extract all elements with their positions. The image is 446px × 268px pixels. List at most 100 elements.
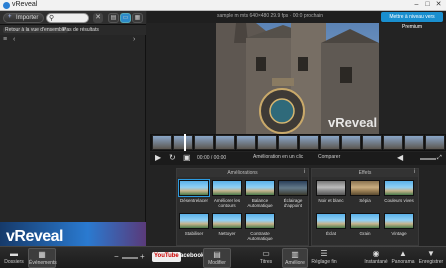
results-label: Pas de résultats xyxy=(63,27,99,33)
thumbnail xyxy=(316,180,346,196)
fullscreen-icon[interactable]: ⤢ xyxy=(437,155,442,162)
header-strip: sample m mts 640×480 29.9 fps · 00:0 pro… xyxy=(147,11,446,30)
save-icon: ▼ xyxy=(427,249,435,258)
thumbnail xyxy=(278,180,308,196)
upgrade-button[interactable]: Mettre à niveau vers Premium xyxy=(381,12,443,30)
time-display: 00:00 / 00:00 xyxy=(197,155,227,161)
modify-label: Modifier xyxy=(208,260,226,266)
sliders-icon: ☰ xyxy=(320,249,328,258)
zoom-out-icon[interactable]: − xyxy=(114,252,119,268)
filmstrip-frame xyxy=(320,135,340,150)
tile-label: Éclairage d'appoint xyxy=(283,198,303,208)
bottom-toolbar: ▬ Dossiers ▦ Événements − + YouTube facebo… xyxy=(0,246,446,268)
sort-icon[interactable]: ≡ xyxy=(3,36,7,43)
filmstrip-frame xyxy=(173,135,193,150)
import-label: Importer xyxy=(16,15,39,21)
titles-tab[interactable]: ▭ Titres xyxy=(254,248,278,268)
view-folder-button[interactable]: ▭ xyxy=(120,13,131,23)
nav-row: Retour à la vue d'ensemble Pas de résult… xyxy=(0,25,146,35)
filmstrip-frame xyxy=(236,135,256,150)
titles-icon: ▭ xyxy=(262,249,270,258)
tile-label: Grain xyxy=(359,231,371,236)
enhance-tab[interactable]: ▥ Améliore xyxy=(282,248,308,268)
tile-label: Contraste Automatique xyxy=(247,231,273,241)
loop-icon[interactable]: ↻ xyxy=(169,153,176,162)
close-button[interactable]: ✕ xyxy=(434,1,443,9)
sort-row: ≡ ‹ › xyxy=(0,36,146,46)
enhance-icon: ▥ xyxy=(291,250,299,259)
events-tab[interactable]: ▦ Événements xyxy=(28,248,57,268)
folders-label: Dossiers xyxy=(4,259,24,265)
fine-tune-tab[interactable]: ☰ Réglage fin xyxy=(311,248,337,268)
effects-panel: Effets i Noir et blanc Sépia Couleurs vi… xyxy=(311,168,419,246)
info-icon[interactable]: i xyxy=(304,169,305,175)
snapshot-button[interactable]: ◉ Instantané xyxy=(364,248,388,268)
zoom-in-icon[interactable]: + xyxy=(140,252,145,268)
playhead[interactable] xyxy=(184,134,186,151)
back-to-overview-link[interactable]: Retour à la vue d'ensemble xyxy=(3,27,68,33)
filmstrip-frame xyxy=(341,135,361,150)
import-button[interactable]: + Importer xyxy=(3,13,44,23)
panorama-icon: ▲ xyxy=(399,249,407,258)
search-input[interactable]: ⚲ xyxy=(46,13,89,23)
tile-fill-light[interactable]: Éclairage d'appoint xyxy=(278,180,308,219)
enhance-label: Améliore xyxy=(285,260,305,266)
view-list-button[interactable]: ▤ xyxy=(108,13,119,23)
thumbnail xyxy=(316,213,346,229)
timeline-filmstrip[interactable] xyxy=(150,134,446,151)
tile-label: Vintage xyxy=(391,231,407,236)
camera-icon: ◉ xyxy=(372,249,380,258)
video-preview[interactable]: vReveal xyxy=(216,23,379,134)
fine-tune-label: Réglage fin xyxy=(311,259,337,265)
snapshot-label: Instantané xyxy=(364,259,388,265)
volume-slider[interactable] xyxy=(420,158,436,160)
maximize-button[interactable]: □ xyxy=(423,1,432,9)
next-arrow-icon[interactable]: › xyxy=(133,36,135,43)
filmstrip-frame xyxy=(257,135,277,150)
playback-controls: ▶ ↻ ▣ 00:00 / 00:00 Amélioration en un c… xyxy=(150,152,446,165)
enhancements-title: Améliorations xyxy=(177,169,308,177)
title-bar: vReveal – □ ✕ xyxy=(0,0,446,11)
info-icon[interactable]: i xyxy=(414,169,415,175)
enhancements-panel: Améliorations i Désentrelacer Améliorer … xyxy=(176,168,309,246)
thumbnail xyxy=(179,213,209,229)
edit-icon: ▤ xyxy=(213,250,221,259)
plus-icon: + xyxy=(8,14,12,20)
tile-label: Sépia xyxy=(359,198,371,203)
titles-label: Titres xyxy=(259,259,273,265)
prev-arrow-icon[interactable]: ‹ xyxy=(13,36,15,43)
play-icon[interactable]: ▶ xyxy=(155,153,161,162)
folder-icon: ▬ xyxy=(10,249,18,258)
tile-label: Désentrelacer xyxy=(179,198,208,203)
filmstrip-frame xyxy=(215,135,235,150)
filmstrip-frame xyxy=(278,135,298,150)
thumbnail xyxy=(212,180,242,196)
panorama-button[interactable]: ▲ Panorama xyxy=(391,248,415,268)
minimize-button[interactable]: – xyxy=(412,1,421,9)
filmstrip-frame xyxy=(404,135,424,150)
volume-icon[interactable]: ◀ xyxy=(397,153,403,162)
panorama-label: Panorama xyxy=(391,259,415,265)
snapshot-icon[interactable]: ▣ xyxy=(183,153,191,162)
svg-text:vReveal: vReveal xyxy=(328,115,377,130)
save-button[interactable]: ▼ Enregistrer xyxy=(418,248,444,268)
preview-image: vReveal xyxy=(216,23,379,134)
thumbnail xyxy=(384,180,414,196)
zoom-slider[interactable] xyxy=(122,257,138,259)
app-icon xyxy=(3,2,10,9)
tile-label: Balance Automatique xyxy=(247,198,273,208)
view-grid-button[interactable]: ▦ xyxy=(132,13,143,23)
thumbnail xyxy=(178,179,210,197)
modify-tab[interactable]: ▤ Modifier xyxy=(203,248,231,268)
thumbnail xyxy=(350,180,380,196)
clear-search-button[interactable]: ✕ xyxy=(93,13,103,23)
thumbnail xyxy=(245,213,275,229)
folders-tab[interactable]: ▬ Dossiers xyxy=(3,248,25,268)
one-click-enhance-button[interactable]: Amélioration en un clic xyxy=(253,154,303,160)
library-toolbar: + Importer ⚲ ✕ ▤ ▭ ▦ xyxy=(0,11,146,25)
thumbnail xyxy=(350,213,380,229)
facebook-button[interactable]: facebook xyxy=(176,252,206,262)
tile-label: Noir et blanc xyxy=(318,198,344,203)
compare-button[interactable]: Comparer xyxy=(318,154,340,160)
tile-label: Améliorer les contours xyxy=(213,198,241,208)
